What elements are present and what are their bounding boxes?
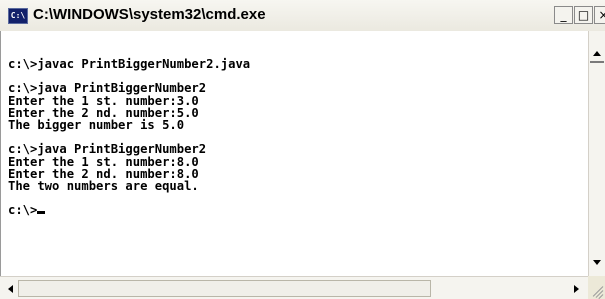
close-button[interactable]: × — [594, 6, 605, 24]
minimize-button[interactable]: _ — [554, 6, 573, 24]
horizontal-scrollbar[interactable] — [0, 276, 588, 299]
vertical-scroll-thumb[interactable] — [590, 61, 604, 63]
console-line: Enter the 1 st. number:3.0 — [8, 93, 199, 108]
window-title: C:\WINDOWS\system32\cmd.exe — [33, 6, 266, 23]
resize-grip[interactable] — [588, 276, 605, 299]
title-bar[interactable]: C:\ C:\WINDOWS\system32\cmd.exe _ □ × — [0, 0, 605, 32]
scroll-up-icon[interactable] — [593, 51, 601, 56]
console-text: c:\>javac PrintBiggerNumber2.java c:\>jav… — [8, 57, 251, 217]
console-line: Enter the 1 st. number:8.0 — [8, 154, 199, 169]
console-line: c:\>java PrintBiggerNumber2 — [8, 81, 207, 96]
horizontal-scroll-thumb[interactable] — [18, 280, 431, 297]
maximize-button[interactable]: □ — [574, 6, 593, 24]
console-line: The bigger number is 5.0 — [8, 117, 185, 132]
console-line: c:\>javac PrintBiggerNumber2.java — [8, 57, 251, 71]
text-cursor — [37, 211, 46, 215]
cmd-window: C:\ C:\WINDOWS\system32\cmd.exe _ □ × c:… — [0, 0, 605, 299]
console-output[interactable]: c:\>javac PrintBiggerNumber2.java c:\>jav… — [0, 31, 588, 276]
cmd-icon[interactable]: C:\ — [8, 8, 28, 24]
scroll-left-icon[interactable] — [8, 285, 13, 293]
scroll-right-icon[interactable] — [574, 285, 579, 293]
prompt-text: c:\> — [8, 203, 38, 218]
console-line: The two numbers are equal. — [8, 178, 199, 193]
console-line: c:\>java PrintBiggerNumber2 — [8, 142, 207, 157]
console-line-prompt: c:\> — [8, 204, 250, 216]
scroll-down-icon[interactable] — [593, 260, 601, 265]
vertical-scrollbar[interactable] — [588, 31, 605, 276]
